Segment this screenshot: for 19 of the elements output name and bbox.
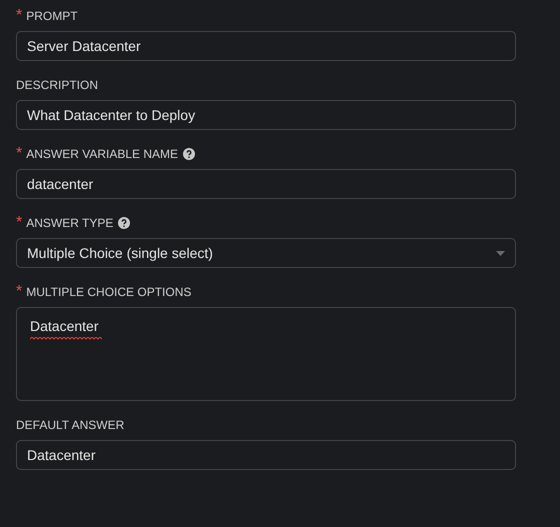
field-label: MULTIPLE CHOICE OPTIONS xyxy=(26,284,192,301)
field-label: PROMPT xyxy=(26,8,78,25)
field-label: ANSWER TYPE xyxy=(26,215,114,232)
text-field[interactable]: datacenter xyxy=(16,169,516,199)
select-field[interactable]: Multiple Choice (single select) xyxy=(16,238,516,268)
required-asterisk: * xyxy=(16,284,22,300)
caret-icon xyxy=(496,250,505,256)
help-icon[interactable] xyxy=(183,148,196,160)
required-asterisk: * xyxy=(16,215,22,231)
field-label: DESCRIPTION xyxy=(16,77,98,94)
help-icon[interactable] xyxy=(118,217,130,229)
text-field[interactable]: What Datacenter to Deploy xyxy=(16,100,516,130)
text-field[interactable]: Datacenter xyxy=(16,440,516,470)
field-label: DEFAULT ANSWER xyxy=(16,417,124,434)
required-asterisk: * xyxy=(16,8,22,24)
required-asterisk: * xyxy=(16,146,22,162)
textarea-field[interactable]: Datacenter xyxy=(16,307,516,401)
text-field[interactable]: Server Datacenter xyxy=(16,31,516,61)
field-label: ANSWER VARIABLE NAME xyxy=(26,146,178,163)
